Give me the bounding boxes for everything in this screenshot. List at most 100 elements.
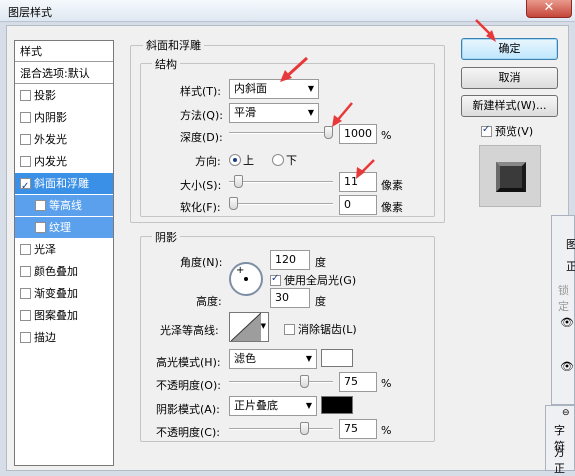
texture-checkbox[interactable] — [35, 221, 46, 233]
cancel-button[interactable]: 取消 — [461, 67, 558, 89]
depth-slider[interactable] — [229, 126, 333, 139]
list-item-inner-glow[interactable]: 内发光 — [15, 151, 113, 172]
style-list-header-label: 样式 — [20, 45, 42, 58]
altitude-input[interactable]: 30 — [270, 288, 310, 308]
list-item-contour[interactable]: 等高线 — [15, 195, 113, 216]
contour-checkbox[interactable] — [35, 199, 46, 211]
pattern-overlay-checkbox[interactable] — [20, 309, 31, 321]
list-item-pattern-overlay[interactable]: 图案叠加 — [15, 305, 113, 326]
size-slider-thumb[interactable] — [233, 175, 243, 188]
soften-input[interactable]: 0 — [339, 195, 377, 215]
satin-checkbox[interactable] — [20, 243, 31, 255]
depth-label: 深度(D): — [180, 131, 223, 144]
stroke-label: 描边 — [34, 331, 56, 344]
list-item-bevel-emboss[interactable]: 斜面和浮雕 — [15, 173, 113, 197]
shadow-mode-value: 正片叠底 — [234, 399, 278, 412]
technique-select[interactable]: 平滑 ▼ — [229, 103, 319, 123]
color-overlay-checkbox[interactable] — [20, 265, 31, 277]
title-bar[interactable]: 图层样式 — [0, 0, 575, 22]
radio-icon[interactable] — [272, 154, 284, 166]
soften-slider[interactable] — [229, 197, 333, 210]
style-list-header[interactable]: 样式 — [15, 41, 113, 62]
global-light-option[interactable]: 使用全局光(G) — [270, 272, 356, 288]
link-icon: ⊖ — [562, 408, 570, 418]
global-light-checkbox[interactable] — [270, 273, 281, 286]
shadow-color-swatch[interactable] — [321, 396, 353, 414]
bevel-emboss-title: 斜面和浮雕 — [143, 37, 204, 53]
new-style-button[interactable]: 新建样式(W)... — [461, 95, 558, 117]
preview-option[interactable]: 预览(V) — [481, 123, 533, 139]
highlight-color-swatch[interactable] — [321, 349, 353, 367]
color-overlay-label: 颜色叠加 — [34, 265, 78, 278]
lock-label-fragment: 锁定 — [558, 284, 569, 313]
texture-label: 纹理 — [49, 221, 71, 234]
depth-input[interactable]: 1000 — [339, 124, 377, 144]
angle-dial[interactable]: + — [229, 262, 263, 296]
close-button[interactable]: ✕ — [526, 0, 572, 18]
gradient-overlay-label: 渐变叠加 — [34, 287, 78, 300]
layers-panel-tab: 图 — [566, 238, 575, 251]
eye-icon[interactable]: 👁 — [560, 360, 574, 373]
blend-options-label: 混合选项:默认 — [20, 67, 90, 80]
bevel-style-select[interactable]: 内斜面 ▼ — [229, 79, 319, 99]
soften-slider-thumb[interactable] — [229, 197, 238, 210]
antialias-label: 消除锯齿(L) — [298, 323, 357, 336]
depth-unit: % — [381, 129, 392, 142]
shadow-opacity-slider[interactable] — [229, 422, 333, 435]
outer-glow-checkbox[interactable] — [20, 133, 31, 145]
list-item-outer-glow[interactable]: 外发光 — [15, 129, 113, 150]
list-item-inner-shadow[interactable]: 内阴影 — [15, 107, 113, 128]
satin-label: 光泽 — [34, 243, 56, 256]
preview-checkbox[interactable] — [481, 124, 492, 137]
shadow-opacity-thumb[interactable] — [300, 422, 310, 435]
soften-label: 软化(F): — [180, 201, 221, 214]
contour-label: 等高线 — [49, 199, 82, 212]
highlight-mode-value: 滤色 — [234, 352, 256, 365]
inner-glow-label: 内发光 — [34, 155, 67, 168]
highlight-mode-select[interactable]: 滤色 ▼ — [229, 349, 317, 369]
size-input[interactable]: 11 — [339, 172, 377, 192]
antialias-checkbox[interactable] — [284, 323, 295, 335]
altitude-unit: 度 — [315, 295, 326, 308]
list-item-texture[interactable]: 纹理 — [15, 217, 113, 238]
inner-shadow-checkbox[interactable] — [20, 111, 31, 123]
antialias-option[interactable]: 消除锯齿(L) — [284, 321, 357, 337]
bevel-emboss-checkbox[interactable] — [20, 176, 31, 197]
size-unit: 像素 — [381, 179, 403, 192]
inner-glow-checkbox[interactable] — [20, 155, 31, 167]
chevron-down-icon: ▼ — [307, 108, 314, 117]
shadow-opacity-label: 不透明度(C): — [156, 426, 220, 439]
highlight-opacity-input[interactable]: 75 — [339, 372, 377, 392]
pattern-overlay-label: 图案叠加 — [34, 309, 78, 322]
font-name-fragment: 方正 — [554, 446, 565, 475]
highlight-opacity-label: 不透明度(O): — [156, 379, 221, 392]
eye-icon[interactable]: 👁 — [560, 316, 574, 329]
drop-shadow-checkbox[interactable] — [20, 89, 31, 101]
list-item-stroke[interactable]: 描边 — [15, 327, 113, 348]
highlight-opacity-slider[interactable] — [229, 375, 333, 388]
depth-slider-thumb[interactable] — [324, 126, 333, 139]
drop-shadow-label: 投影 — [34, 89, 56, 102]
highlight-mode-label: 高光模式(H): — [156, 356, 221, 369]
list-item-color-overlay[interactable]: 颜色叠加 — [15, 261, 113, 282]
direction-up-option[interactable]: 上 — [229, 152, 254, 168]
list-item-drop-shadow[interactable]: 投影 — [15, 85, 113, 106]
blend-mode-fragment: 正 — [566, 260, 575, 273]
list-item-satin[interactable]: 光泽 — [15, 239, 113, 260]
shadow-opacity-input[interactable]: 75 — [339, 419, 377, 439]
size-slider[interactable] — [229, 175, 333, 188]
layers-panel-fragment: 图 正 锁定 👁 👁 — [551, 215, 575, 405]
stroke-checkbox[interactable] — [20, 331, 31, 343]
gradient-overlay-checkbox[interactable] — [20, 287, 31, 299]
blend-options-item[interactable]: 混合选项:默认 — [15, 63, 113, 84]
chevron-down-icon: ▼ — [305, 354, 312, 363]
radio-selected-icon[interactable] — [229, 154, 241, 166]
gloss-contour-picker[interactable]: ▼ — [229, 312, 269, 342]
ok-button[interactable]: 确定 — [461, 38, 558, 60]
list-item-gradient-overlay[interactable]: 渐变叠加 — [15, 283, 113, 304]
angle-input[interactable]: 120 — [270, 250, 310, 270]
highlight-opacity-thumb[interactable] — [300, 375, 310, 388]
direction-down-option[interactable]: 下 — [272, 152, 297, 168]
shadow-mode-select[interactable]: 正片叠底 ▼ — [229, 396, 317, 416]
angle-dial-center-icon — [244, 277, 248, 281]
